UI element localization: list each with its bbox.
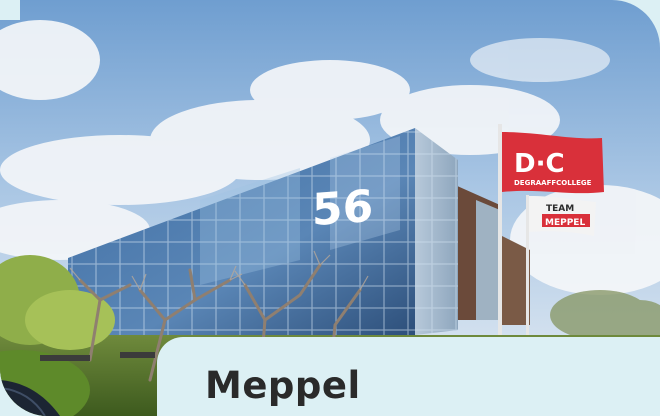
flag-subtitle: DEGRAAFFCOLLEGE bbox=[514, 179, 592, 187]
location-card[interactable]: 56 D·C DEGRAAFFCOLLEGE TEAM MEPPEL Meppe… bbox=[0, 0, 660, 416]
banner-text-meppel: MEPPEL bbox=[545, 218, 585, 228]
card-corner bbox=[0, 0, 20, 20]
location-title[interactable]: Meppel bbox=[205, 367, 361, 404]
banner-text-team: TEAM bbox=[546, 204, 574, 214]
building-number: 56 bbox=[312, 181, 373, 236]
location-label-panel: Meppel bbox=[157, 337, 660, 416]
flag-logo: D·C bbox=[514, 149, 565, 179]
